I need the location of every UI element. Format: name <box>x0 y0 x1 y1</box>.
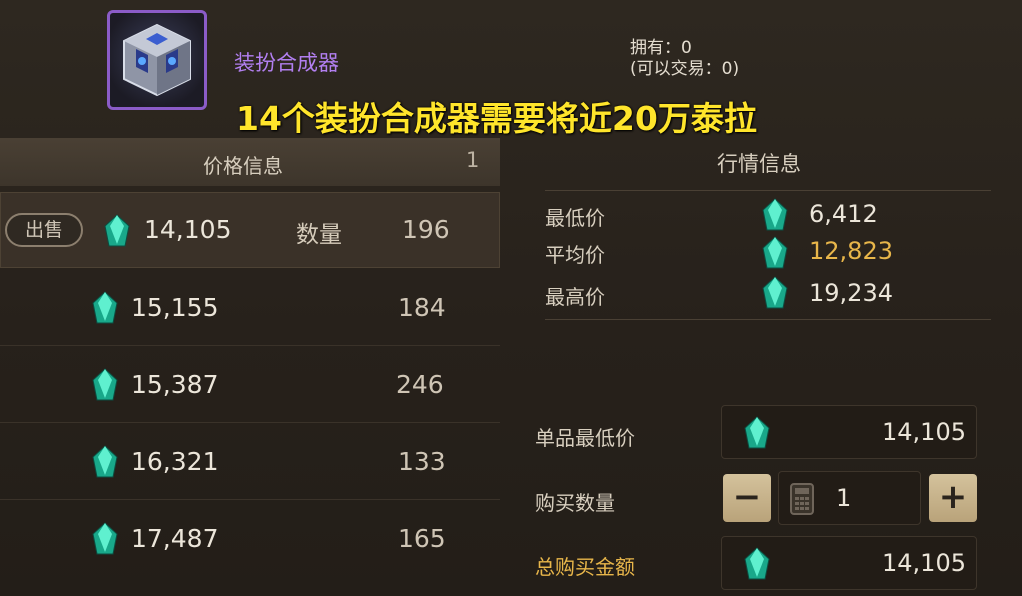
price-info-header: 价格信息 1 <box>0 138 500 186</box>
listing-price: 15,155 <box>131 293 219 322</box>
total-amount-field: 14,105 <box>721 536 977 590</box>
decrease-quantity-button[interactable]: − <box>723 474 771 522</box>
tera-gem-icon <box>762 236 788 269</box>
tera-gem-icon <box>92 368 118 401</box>
calculator-icon[interactable] <box>790 483 814 515</box>
min-price-value: 6,412 <box>809 200 878 228</box>
avg-price-label: 平均价 <box>545 243 605 267</box>
listing-price: 14,105 <box>144 215 232 244</box>
total-amount-label: 总购买金额 <box>535 555 635 579</box>
quantity-label: 数量 <box>296 222 342 248</box>
owned-label: 拥有：0 <box>630 38 692 58</box>
tera-gem-icon <box>762 198 788 231</box>
sell-button[interactable]: 出售 <box>5 213 83 247</box>
listing-price: 17,487 <box>131 524 219 553</box>
listing-row[interactable]: 16,321 133 <box>0 423 500 500</box>
tera-gem-icon <box>744 416 770 449</box>
listing-quantity: 246 <box>396 370 444 399</box>
item-name: 装扮合成器 <box>234 51 339 75</box>
owned-count: 拥有：0 (可以交易：0) <box>630 38 739 80</box>
listing-row[interactable]: 15,155 184 <box>0 269 500 346</box>
market-info-title: 行情信息 <box>717 152 801 176</box>
listing-row[interactable]: 出售 14,105 数量 196 <box>0 192 500 268</box>
total-amount-value: 14,105 <box>882 549 966 577</box>
unit-min-price-label: 单品最低价 <box>535 426 635 450</box>
tera-gem-icon <box>92 522 118 555</box>
listing-price: 16,321 <box>131 447 219 476</box>
max-price-label: 最高价 <box>545 285 605 309</box>
price-info-title: 价格信息 <box>203 154 283 178</box>
tera-gem-icon <box>762 276 788 309</box>
avg-price-value: 12,823 <box>809 237 893 265</box>
listing-quantity: 133 <box>398 447 446 476</box>
tera-gem-icon <box>92 445 118 478</box>
listing-price: 15,387 <box>131 370 219 399</box>
listing-quantity: 196 <box>402 215 450 244</box>
listing-quantity: 184 <box>398 293 446 322</box>
tera-gem-icon <box>104 214 130 247</box>
tradable-label: (可以交易：0) <box>630 59 740 79</box>
unit-min-price-value: 14,105 <box>882 418 966 446</box>
unit-min-price-field: 14,105 <box>721 405 977 459</box>
listing-row[interactable]: 17,487 165 <box>0 500 500 576</box>
min-price-label: 最低价 <box>545 206 605 230</box>
listing-quantity: 165 <box>398 524 446 553</box>
costume-synthesizer-cube-icon <box>107 10 207 110</box>
quantity-value: 1 <box>836 484 852 512</box>
listing-row[interactable]: 15,387 246 <box>0 346 500 423</box>
overlay-caption: 14个装扮合成器需要将近20万泰拉 <box>236 99 757 138</box>
buy-quantity-label: 购买数量 <box>535 491 615 515</box>
max-price-value: 19,234 <box>809 279 893 307</box>
increase-quantity-button[interactable]: + <box>929 474 977 522</box>
page-number: 1 <box>466 148 480 172</box>
tera-gem-icon <box>744 547 770 580</box>
tera-gem-icon <box>92 291 118 324</box>
